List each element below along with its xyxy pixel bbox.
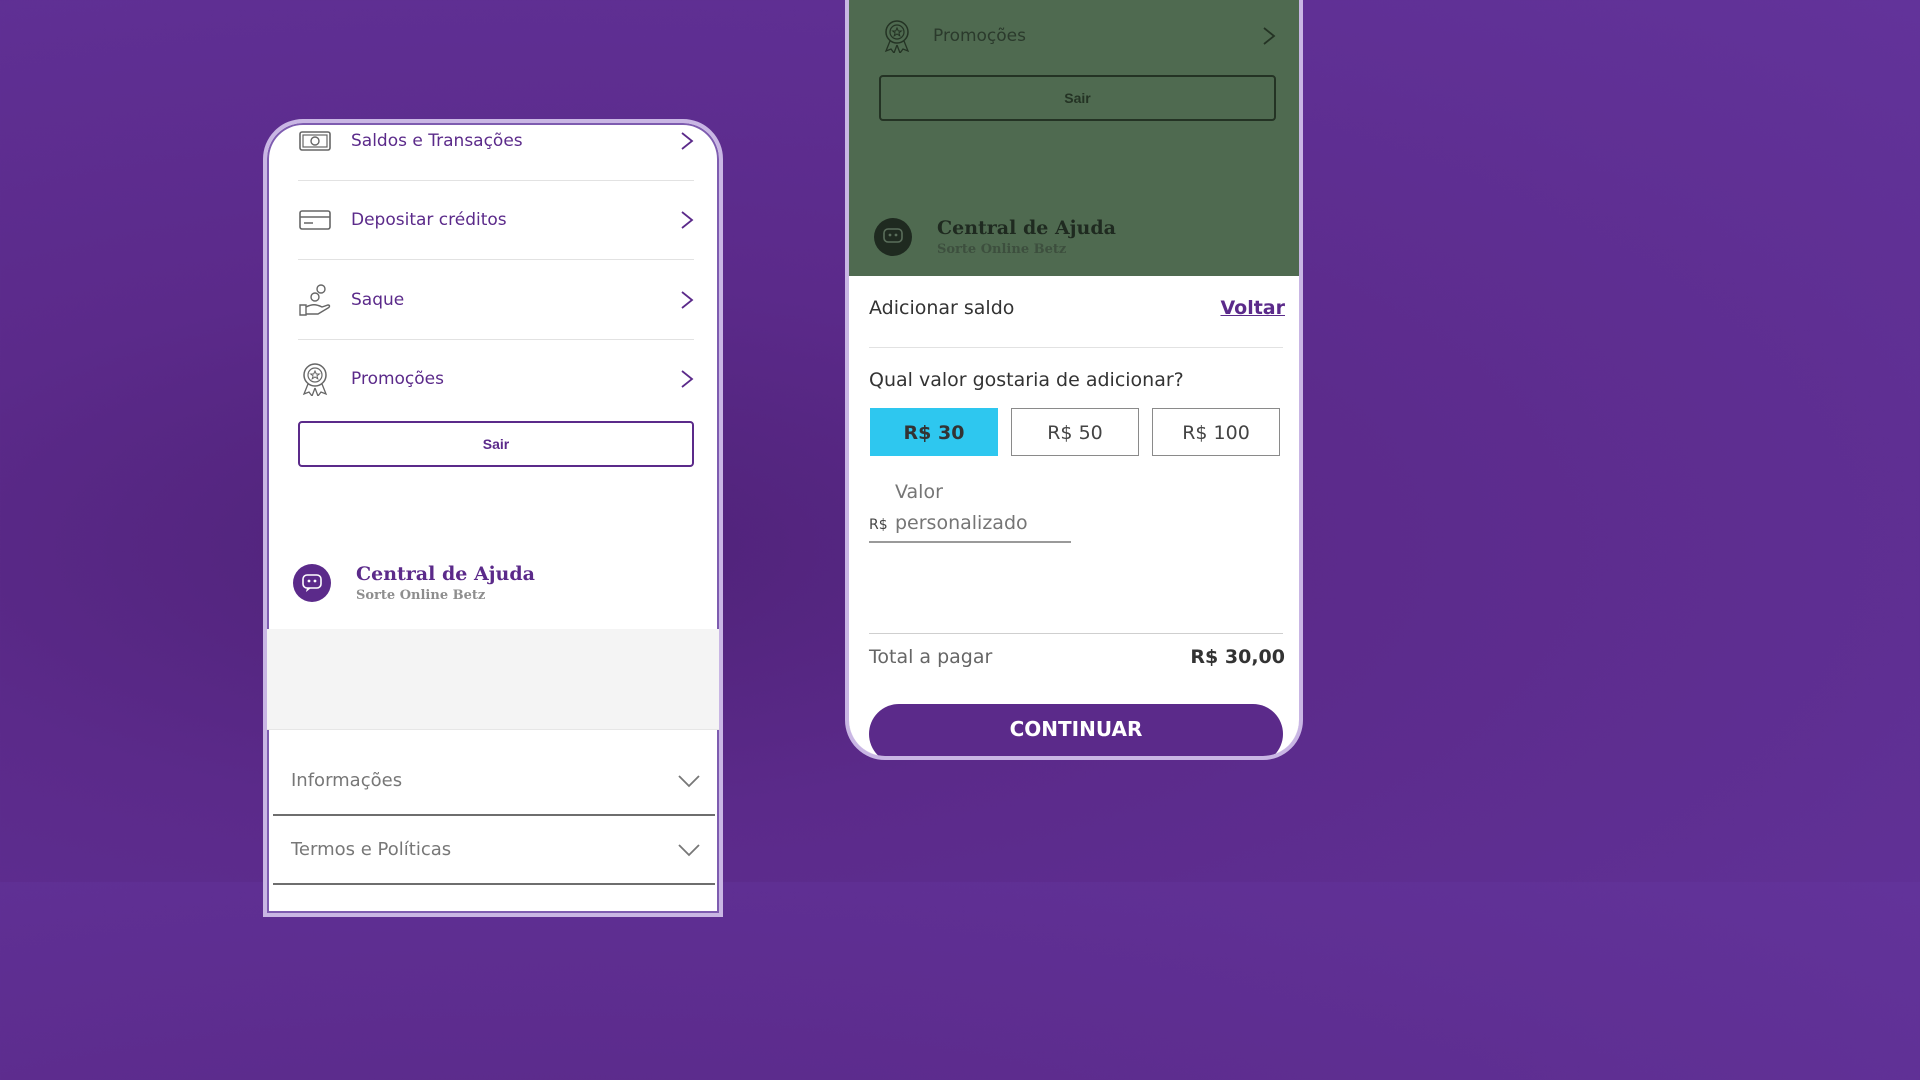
award-icon: [298, 362, 332, 396]
right-phone-screen: Promoções Sair Central de Ajuda Sorte On…: [845, 0, 1303, 760]
total-value: R$ 30,00: [1190, 646, 1285, 668]
sheet-title: Adicionar saldo: [869, 297, 1015, 319]
accordion-label: Termos e Políticas: [291, 839, 452, 860]
chevron-down-icon: [678, 774, 700, 787]
help-center-title: Central de Ajuda: [937, 217, 1116, 239]
menu-item-balances[interactable]: Saldos e Transações: [298, 123, 694, 181]
amount-option-100[interactable]: R$ 100: [1152, 408, 1280, 456]
menu-item-label: Promoções: [933, 25, 1026, 46]
menu-item-label: Saque: [351, 289, 405, 310]
amount-question: Qual valor gostaria de adicionar?: [869, 369, 1184, 391]
logout-button: Sair: [879, 75, 1276, 121]
hand-coins-icon: [298, 283, 332, 317]
chatbot-icon: [293, 564, 331, 602]
logout-button[interactable]: Sair: [298, 421, 694, 467]
menu-item-promotions[interactable]: Promoções: [298, 339, 694, 418]
chevron-right-icon: [1263, 26, 1276, 45]
left-phone-screen: Saldos e Transações Depositar créditos S…: [263, 119, 723, 917]
chevron-down-icon: [678, 843, 700, 856]
chevron-right-icon: [681, 369, 694, 388]
money-icon: [298, 124, 332, 158]
help-center-link[interactable]: Central de Ajuda Sorte Online Betz: [293, 563, 535, 603]
chatbot-icon: [874, 218, 912, 256]
dimmed-menu-overlay[interactable]: Promoções Sair Central de Ajuda Sorte On…: [849, 0, 1299, 276]
chevron-right-icon: [681, 290, 694, 309]
menu-item-deposit[interactable]: Depositar créditos: [298, 180, 694, 260]
help-center-link: Central de Ajuda Sorte Online Betz: [874, 217, 1116, 257]
menu-item-label: Saldos e Transações: [351, 130, 523, 151]
chevron-right-icon: [681, 131, 694, 150]
credit-card-icon: [298, 203, 332, 237]
amount-option-50[interactable]: R$ 50: [1011, 408, 1139, 456]
total-label: Total a pagar: [869, 646, 993, 668]
help-center-title: Central de Ajuda: [356, 563, 535, 585]
amount-option-30[interactable]: R$ 30: [870, 408, 998, 456]
gray-divider-band: [267, 629, 719, 730]
menu-item-label: Depositar créditos: [351, 209, 507, 230]
menu-item-label: Promoções: [351, 368, 444, 389]
total-divider: [869, 633, 1283, 634]
accordion-informacoes[interactable]: Informações: [273, 747, 715, 816]
custom-amount-field: R$: [869, 477, 1071, 543]
menu-item-withdraw[interactable]: Saque: [298, 260, 694, 340]
help-center-subtitle: Sorte Online Betz: [356, 588, 486, 603]
help-center-subtitle: Sorte Online Betz: [937, 242, 1067, 257]
currency-prefix: R$: [869, 517, 888, 533]
chevron-right-icon: [681, 210, 694, 229]
add-balance-sheet: Adicionar saldo Voltar Qual valor gostar…: [849, 276, 1299, 756]
award-icon: [880, 19, 914, 53]
accordion-label: Informações: [291, 770, 403, 791]
menu-item-promotions: Promoções: [880, 0, 1276, 75]
accordion-termos[interactable]: Termos e Políticas: [273, 816, 715, 885]
sheet-divider: [869, 347, 1283, 348]
custom-amount-input[interactable]: [895, 477, 1065, 539]
back-link[interactable]: Voltar: [1220, 297, 1285, 319]
continue-button[interactable]: CONTINUAR: [869, 704, 1283, 756]
